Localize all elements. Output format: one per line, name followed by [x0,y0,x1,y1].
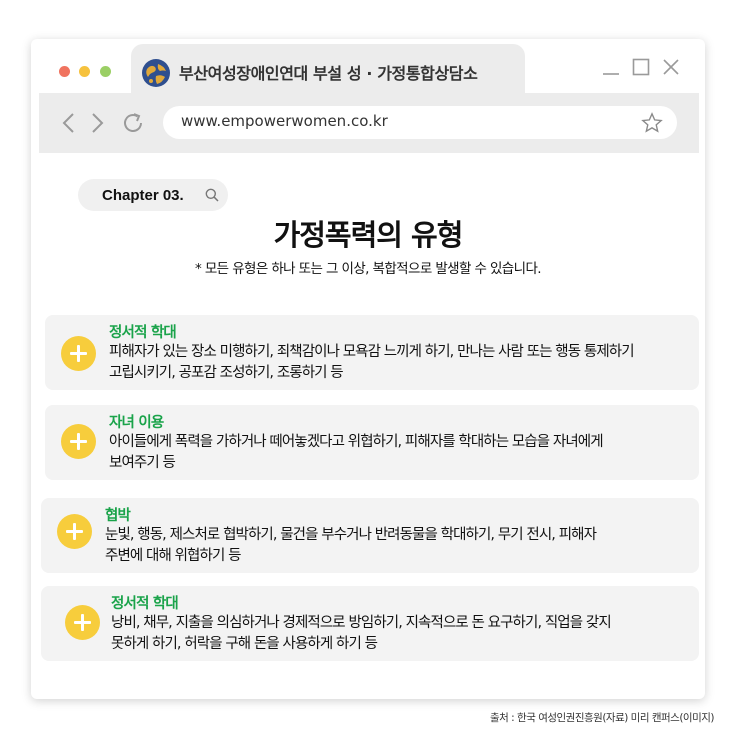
browser-tab[interactable]: 부산여성장애인연대 부설 성 · 가정통합상담소 [131,44,525,93]
url-field[interactable]: www.empowerwomen.co.kr [163,106,677,139]
page-title: 가정폭력의 유형 [273,218,464,252]
card-description: 피해자가 있는 장소 미행하기, 죄책감이나 모욕감 느끼게 하기, 만나는 사… [109,342,694,384]
type-card-emotional-abuse: 정서적 학대 피해자가 있는 장소 미행하기, 죄책감이나 모욕감 느끼게 하기… [45,315,699,390]
type-card-using-children: 자녀 이용 아이들에게 폭력을 가하거나 떼어놓겠다고 위협하기, 피해자를 학… [45,405,699,480]
maximize-icon[interactable] [631,57,651,77]
search-icon[interactable] [205,188,219,202]
globe-favicon-icon [142,59,170,87]
plus-icon[interactable] [61,424,96,459]
close-icon[interactable] [661,57,681,77]
minimize-window-dot[interactable] [79,66,90,77]
type-card-economic-abuse: 정서적 학대 낭비, 채무, 지출을 의심하거나 경제적으로 방임하기, 지속적… [41,586,699,661]
card-description: 아이들에게 폭력을 가하거나 떼어놓겠다고 위협하기, 피해자를 학대하는 모습… [109,432,694,474]
plus-icon[interactable] [65,605,100,640]
url-text: www.empowerwomen.co.kr [181,112,388,130]
close-window-dot[interactable] [59,66,70,77]
card-description-line: 낭비, 채무, 지출을 의심하거나 경제적으로 방임하기, 지속적으로 돈 요구… [111,615,612,631]
card-title: 정서적 학대 [109,325,177,341]
card-description-line: 못하게 하기, 허락을 구해 돈을 사용하게 하기 등 [111,636,378,652]
browser-window: 부산여성장애인연대 부설 성 · 가정통합상담소 www.empowerwome… [31,39,705,699]
card-description-line: 고립시키기, 공포감 조성하기, 조롱하기 등 [109,365,344,381]
card-title: 자녀 이용 [109,415,164,431]
chapter-pill: Chapter 03. [78,179,228,211]
maximize-window-dot[interactable] [100,66,111,77]
plus-icon[interactable] [61,336,96,371]
tab-title: 부산여성장애인연대 부설 성 · 가정통합상담소 [179,64,478,83]
card-description-line: 아이들에게 폭력을 가하거나 떼어놓겠다고 위협하기, 피해자를 학대하는 모습… [109,434,604,450]
forward-icon[interactable] [85,111,109,135]
card-title: 협박 [105,508,131,524]
reload-icon[interactable] [121,111,145,135]
type-card-threats: 협박 눈빛, 행동, 제스처로 협박하기, 물건을 부수거나 반려동물을 학대하… [41,498,699,573]
page-subtitle: * 모든 유형은 하나 또는 그 이상, 복합적으로 발생할 수 있습니다. [195,261,542,277]
back-icon[interactable] [57,111,81,135]
card-description: 낭비, 채무, 지출을 의심하거나 경제적으로 방임하기, 지속적으로 돈 요구… [111,613,696,655]
chapter-label: Chapter 03. [102,187,184,204]
card-description-line: 주변에 대해 위협하기 등 [105,548,241,564]
plus-icon[interactable] [57,514,92,549]
star-icon[interactable] [641,112,663,134]
address-bar: www.empowerwomen.co.kr [39,93,699,153]
card-description-line: 보여주기 등 [109,455,176,471]
card-description-line: 피해자가 있는 장소 미행하기, 죄책감이나 모욕감 느끼게 하기, 만나는 사… [109,344,635,360]
title-bar: 부산여성장애인연대 부설 성 · 가정통합상담소 [31,39,705,93]
card-title: 정서적 학대 [111,596,179,612]
card-description: 눈빛, 행동, 제스처로 협박하기, 물건을 부수거나 반려동물을 학대하기, … [105,525,690,567]
minimize-icon[interactable] [601,57,621,77]
card-description-line: 눈빛, 행동, 제스처로 협박하기, 물건을 부수거나 반려동물을 학대하기, … [105,527,597,543]
source-credit: 출처 : 한국 여성인권진흥원(자료) 미리 캔퍼스(이미지) [490,712,714,724]
